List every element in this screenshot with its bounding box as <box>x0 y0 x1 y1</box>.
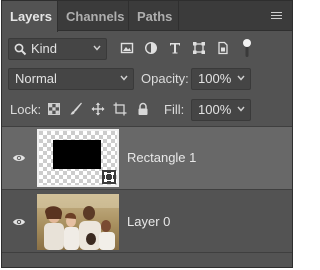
chevron-down-icon <box>93 45 101 51</box>
filter-kind-label: Kind <box>31 41 58 56</box>
layers-panel: Layers Channels Paths Kind Normal Opacit… <box>1 0 293 268</box>
opacity-field[interactable]: 100% <box>191 68 251 90</box>
tab-layers[interactable]: Layers <box>2 1 58 32</box>
lock-label: Lock: <box>10 102 42 117</box>
fill-label: Fill: <box>164 102 185 117</box>
fill-value: 100% <box>198 102 232 117</box>
pixel-layer-filter-icon[interactable] <box>120 41 134 55</box>
search-icon <box>14 43 27 56</box>
smart-object-filter-icon[interactable] <box>216 41 230 55</box>
filter-kind-dropdown[interactable]: Kind <box>8 38 107 60</box>
visibility-eye-icon[interactable] <box>12 153 26 163</box>
lock-transparent-pixels-icon[interactable] <box>47 102 61 116</box>
opacity-value: 100% <box>198 71 232 86</box>
blend-row: Normal Opacity: 100% <box>2 65 292 93</box>
lock-position-icon[interactable] <box>91 102 105 116</box>
filter-row: Kind <box>2 34 292 64</box>
layer-thumbnail-photo <box>37 194 119 250</box>
type-layer-filter-icon[interactable] <box>168 41 182 55</box>
layer-row-rectangle-1[interactable]: Rectangle 1 <box>2 127 292 189</box>
layer-thumbnail-rectangle <box>37 129 119 187</box>
chevron-down-icon <box>120 75 128 81</box>
layer-name: Rectangle 1 <box>127 150 197 165</box>
vector-mask-badge-icon <box>102 170 116 184</box>
lock-image-pixels-icon[interactable] <box>69 102 83 116</box>
lock-all-icon[interactable] <box>136 102 150 116</box>
blend-mode-dropdown[interactable]: Normal <box>8 68 134 90</box>
adjustment-layer-filter-icon[interactable] <box>144 41 158 55</box>
tab-channels[interactable]: Channels <box>58 1 129 31</box>
shape-layer-filter-icon[interactable] <box>192 41 206 55</box>
panel-menu-icon[interactable] <box>271 12 282 20</box>
visibility-eye-icon[interactable] <box>12 217 26 227</box>
divider <box>2 252 292 253</box>
lock-row: Lock: Fill: 100% <box>2 96 292 126</box>
chevron-down-icon <box>237 106 245 112</box>
layer-row-layer-0[interactable]: Layer 0 <box>2 190 292 252</box>
filter-toggle-icon[interactable] <box>242 38 252 58</box>
panel-tab-bar: Layers Channels Paths <box>2 1 292 32</box>
layer-name: Layer 0 <box>127 214 171 229</box>
tab-paths[interactable]: Paths <box>129 1 179 31</box>
chevron-down-icon <box>237 75 245 81</box>
opacity-label: Opacity: <box>141 71 189 86</box>
fill-field[interactable]: 100% <box>191 99 251 121</box>
lock-artboard-icon[interactable] <box>113 102 127 116</box>
blend-mode-value: Normal <box>15 71 57 86</box>
